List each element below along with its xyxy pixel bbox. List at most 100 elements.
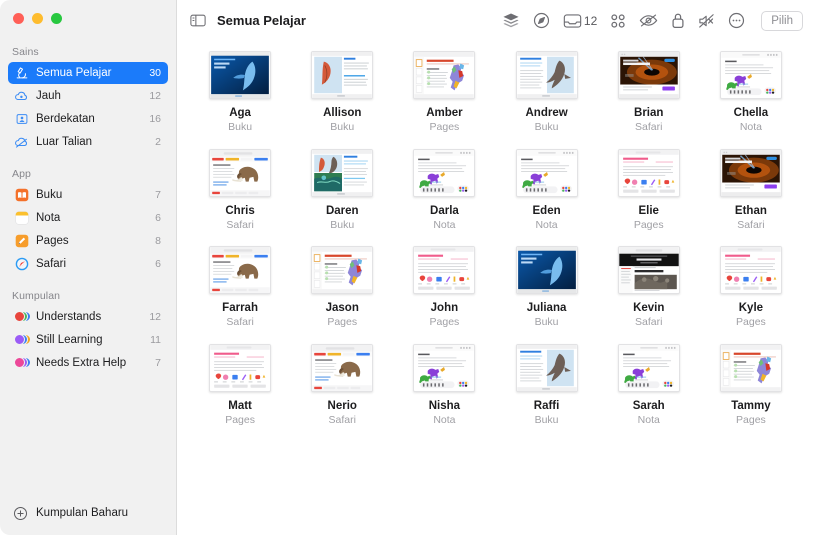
more-icon[interactable] [728,12,745,29]
student-card[interactable]: Kyle Pages [700,246,802,330]
sidebar-item-count: 12 [149,90,161,102]
student-app-label: Nota [433,413,456,426]
sidebar-item-count: 11 [150,334,161,346]
sidebar-item-label: Still Learning [36,334,103,346]
student-card[interactable]: Darla Nota [393,148,495,233]
student-name: Matt [228,399,252,412]
student-app-label: Nota [739,121,762,134]
student-card[interactable]: Aga Buku [189,51,291,135]
student-app-label: Buku [330,121,355,134]
sidebar-item-safari[interactable]: Safari 6 [8,253,168,275]
student-name: Sarah [632,399,665,412]
student-name: Eden [532,204,561,217]
mute-icon[interactable] [698,13,715,29]
window-controls [0,0,176,34]
sidebar-item-nota[interactable]: Nota 6 [8,207,168,229]
student-card[interactable]: Raffi Buku [495,343,597,428]
lock-icon[interactable] [671,12,685,29]
student-app-label: Safari [226,316,254,329]
maximize-button[interactable] [51,13,62,24]
student-app-label: Pages [633,218,664,231]
sidebar-item-pages[interactable]: Pages 8 [8,230,168,252]
student-app-label: Pages [327,316,358,329]
close-button[interactable] [13,13,24,24]
student-card[interactable]: Elie Pages [598,148,700,233]
sidebar-item-semua-pelajar[interactable]: Semua Pelajar 30 [8,62,168,84]
sidebar-item-still-learning[interactable]: Still Learning 11 [8,329,168,351]
apps-grid-icon[interactable] [610,13,626,29]
inbox-icon-with-count[interactable]: 12 [563,13,597,29]
student-thumbnail [311,246,374,294]
sidebar-section-kumpulan-title: Kumpulan [12,290,61,302]
sidebar-item-label: Semua Pelajar [36,67,112,79]
pages-app-icon [14,234,29,249]
student-app-label: Safari [635,316,663,329]
student-app-label: Safari [226,218,254,231]
student-app-label: Buku [330,218,355,231]
student-card[interactable]: Kevin Safari [598,246,700,330]
hide-screen-icon[interactable] [639,13,658,28]
student-card[interactable]: Matt Pages [189,343,291,428]
student-app-label: Nota [433,218,456,231]
safari-app-icon [14,257,29,272]
student-card[interactable]: Allison Buku [291,51,393,135]
student-app-label: Pages [736,413,766,426]
student-app-label: Pages [429,121,460,134]
student-card[interactable]: Sarah Nota [598,343,700,428]
select-button[interactable]: Pilih [761,10,803,31]
student-card[interactable]: Brian Safari [598,51,700,135]
student-name: Amber [426,107,463,119]
student-card[interactable]: Chella Nota [700,51,802,135]
sidebar-item-berdekatan[interactable]: Berdekatan 16 [8,108,168,130]
new-group-button[interactable]: Kumpulan Baharu [0,491,176,535]
student-thumbnail [413,148,476,197]
student-card[interactable]: Amber Pages [393,51,495,135]
student-card[interactable]: Eden Nota [495,148,597,233]
student-app-label: Safari [635,121,663,134]
student-card[interactable]: Ethan Safari [700,148,802,233]
student-thumbnail [209,343,272,392]
sidebar-item-buku[interactable]: Buku 7 [8,184,168,206]
sidebar-item-count: 8 [155,235,161,247]
student-thumbnail [413,246,476,294]
student-card[interactable]: Farrah Safari [189,246,291,330]
sidebar-item-luar-talian[interactable]: Luar Talian 2 [8,131,168,153]
student-app-label: Pages [225,413,255,426]
student-card[interactable]: Chris Safari [189,148,291,233]
navigate-icon[interactable] [533,12,550,29]
student-thumbnail [515,51,578,99]
student-card[interactable]: John Pages [393,246,495,330]
sidebar-item-needs-extra-help[interactable]: Needs Extra Help 7 [8,352,168,374]
sidebar-section-app-title: App [12,168,31,180]
sidebar-item-label: Berdekatan [36,113,95,125]
sidebar-item-jauh[interactable]: Jauh 12 [8,85,168,107]
student-name: Raffi [533,399,560,412]
student-card[interactable]: Nerio Safari [291,343,393,428]
student-card[interactable]: Andrew Buku [495,51,597,135]
student-thumbnail [311,343,374,392]
sidebar-item-count: 16 [149,113,161,125]
new-group-label: Kumpulan Baharu [36,507,129,519]
sidebar-item-label: Nota [36,212,61,224]
sidebar-item-label: Understands [36,311,102,323]
student-name: Nisha [428,399,461,412]
student-app-label: Safari [328,413,356,426]
sidebar-item-label: Luar Talian [36,136,93,148]
group-circles-icon [14,356,31,371]
student-card[interactable]: Nisha Nota [393,343,495,428]
student-thumbnail [719,246,782,294]
student-card[interactable]: Tammy Pages [700,343,802,428]
sidebar-item-understands[interactable]: Understands 12 [8,306,168,328]
student-thumbnail [515,246,578,294]
student-thumbnail [719,51,782,99]
student-grid: Aga Buku Allison Buku Amber Pages Andrew Buku Br… [189,51,802,427]
student-card[interactable]: Juliana Buku [495,246,597,330]
sidebar-toggle-icon[interactable] [190,13,206,28]
student-app-label: Safari [737,218,765,231]
layers-icon[interactable] [502,12,520,29]
sidebar-item-label: Needs Extra Help [36,357,127,369]
student-app-label: Buku [534,413,559,426]
student-card[interactable]: Daren Buku [291,148,393,233]
student-card[interactable]: Jason Pages [291,246,393,330]
minimize-button[interactable] [32,13,43,24]
